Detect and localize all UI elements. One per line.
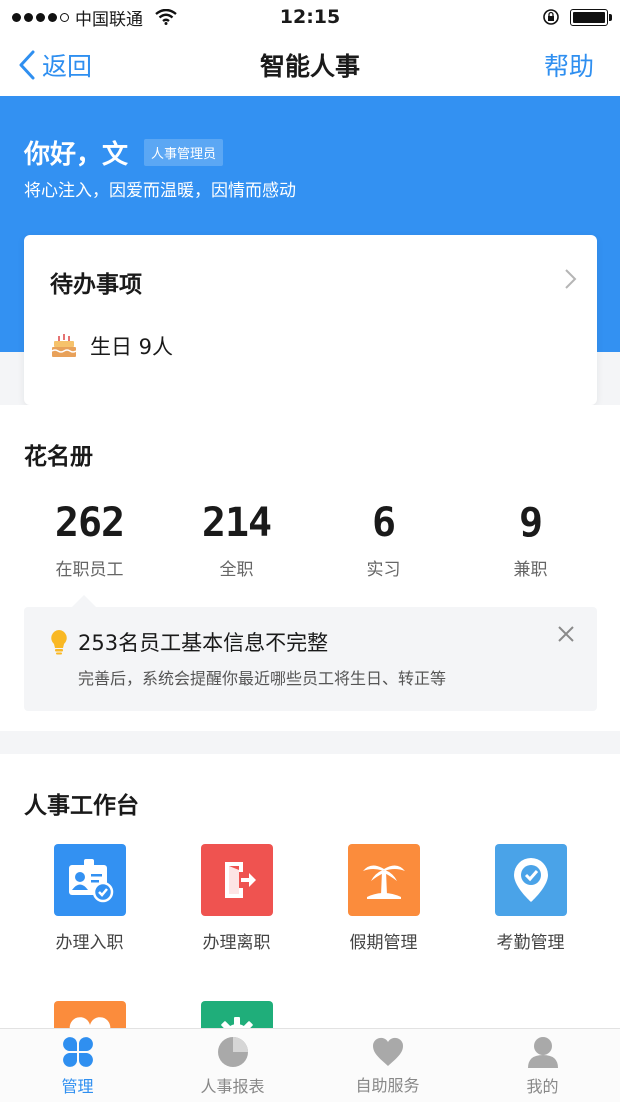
- close-icon[interactable]: [557, 625, 575, 643]
- roster-section: 花名册 262 在职员工 214 全职 6 实习 9 兼职 253名员工基本信息…: [0, 405, 620, 731]
- app-onboarding[interactable]: 办理入职: [16, 844, 163, 953]
- app-label: 假期管理: [349, 933, 418, 953]
- workbench-apps: 办理入职 办理离职 假期管理 考勤管理: [16, 844, 606, 1054]
- stat-label: 在职员工: [55, 560, 124, 580]
- tab-manage[interactable]: 管理: [0, 1029, 155, 1102]
- pie-chart-icon: [217, 1036, 248, 1067]
- roster-title: 花名册: [24, 444, 93, 470]
- stat-full-time[interactable]: 214 全职: [163, 497, 310, 580]
- status-bar: 中国联通 12:15: [0, 0, 620, 34]
- stat-label: 兼职: [513, 560, 548, 580]
- tab-hr-reports[interactable]: 人事报表: [155, 1029, 310, 1102]
- tab-label: 自助服务: [355, 1075, 420, 1095]
- notice-description: 完善后，系统会提醒你最近哪些员工将生日、转正等: [78, 669, 447, 688]
- workbench-title: 人事工作台: [24, 793, 139, 819]
- stat-intern[interactable]: 6 实习: [310, 497, 457, 580]
- tab-self-service[interactable]: 自助服务: [310, 1029, 465, 1102]
- app-icon-bg: [494, 844, 567, 916]
- stat-part-time[interactable]: 9 兼职: [457, 497, 604, 580]
- stat-value: 9: [518, 500, 543, 546]
- rotation-lock-icon: [543, 9, 559, 25]
- back-button[interactable]: 返回: [18, 47, 92, 83]
- roster-stats: 262 在职员工 214 全职 6 实习 9 兼职: [16, 497, 606, 580]
- tab-label: 管理: [61, 1076, 94, 1096]
- workbench-section: 人事工作台 办理入职 办理离职 假期管理 考勤管理: [0, 754, 620, 1054]
- carrier-label: 中国联通: [75, 9, 143, 30]
- app-offboarding[interactable]: 办理离职: [163, 844, 310, 953]
- nav-bar: 返回 智能人事 帮助: [0, 34, 620, 96]
- tab-label: 人事报表: [200, 1076, 265, 1096]
- heart-icon: [372, 1037, 403, 1066]
- app-icon-bg: [200, 844, 273, 916]
- greeting-row: 你好，文 人事管理员: [24, 134, 224, 171]
- stat-active-employees[interactable]: 262 在职员工: [16, 497, 163, 580]
- stat-value: 6: [371, 500, 396, 546]
- motto-text: 将心注入，因爱而温暖，因情而感动: [24, 181, 296, 201]
- stat-value: 214: [201, 500, 272, 546]
- todo-item-birthday[interactable]: 生日 9人: [50, 331, 173, 361]
- todo-title: 待办事项: [50, 272, 142, 298]
- tab-bar: 管理 人事报表 自助服务 我的: [0, 1028, 620, 1102]
- battery-icon: [570, 8, 612, 26]
- app-icon-bg: [53, 844, 126, 916]
- tab-mine[interactable]: 我的: [465, 1029, 620, 1102]
- app-label: 考勤管理: [496, 933, 565, 953]
- greeting-text: 你好，文: [24, 140, 129, 170]
- app-label: 办理入职: [55, 933, 124, 953]
- todo-card[interactable]: 待办事项 生日 9人: [24, 235, 597, 405]
- user-icon: [527, 1036, 558, 1068]
- chevron-right-icon: [565, 269, 577, 289]
- app-label: 办理离职: [202, 933, 271, 953]
- status-right: [542, 8, 612, 26]
- app-icon-bg: [347, 844, 420, 916]
- tab-label: 我的: [526, 1076, 559, 1096]
- status-left: 中国联通: [12, 5, 177, 30]
- back-label: 返回: [42, 52, 93, 81]
- notice-title-row: 253名员工基本信息不完整: [50, 627, 328, 657]
- stat-value: 262: [54, 500, 125, 546]
- app-attendance[interactable]: 考勤管理: [457, 844, 604, 953]
- signal-strength-icon: [12, 12, 69, 22]
- stat-label: 实习: [366, 560, 401, 580]
- exit-door-icon: [224, 862, 256, 898]
- incomplete-info-notice[interactable]: 253名员工基本信息不完整 完善后，系统会提醒你最近哪些员工将生日、转正等: [24, 595, 597, 711]
- lightbulb-icon: [51, 630, 67, 655]
- stat-label: 全职: [219, 560, 254, 580]
- chevron-left-icon: [19, 50, 35, 80]
- id-card-check-icon: [68, 859, 113, 903]
- palm-tree-icon: [362, 865, 405, 899]
- todo-item-label: 生日 9人: [90, 335, 174, 359]
- role-badge: 人事管理员: [144, 139, 224, 166]
- app-leave-management[interactable]: 假期管理: [310, 844, 457, 953]
- notice-title: 253名员工基本信息不完整: [78, 631, 329, 655]
- page-title: 智能人事: [259, 52, 360, 81]
- wifi-icon: [155, 9, 177, 25]
- location-check-icon: [513, 858, 548, 902]
- help-button[interactable]: 帮助: [544, 47, 594, 83]
- clover-grid-icon: [62, 1036, 93, 1067]
- birthday-cake-icon: [51, 334, 77, 357]
